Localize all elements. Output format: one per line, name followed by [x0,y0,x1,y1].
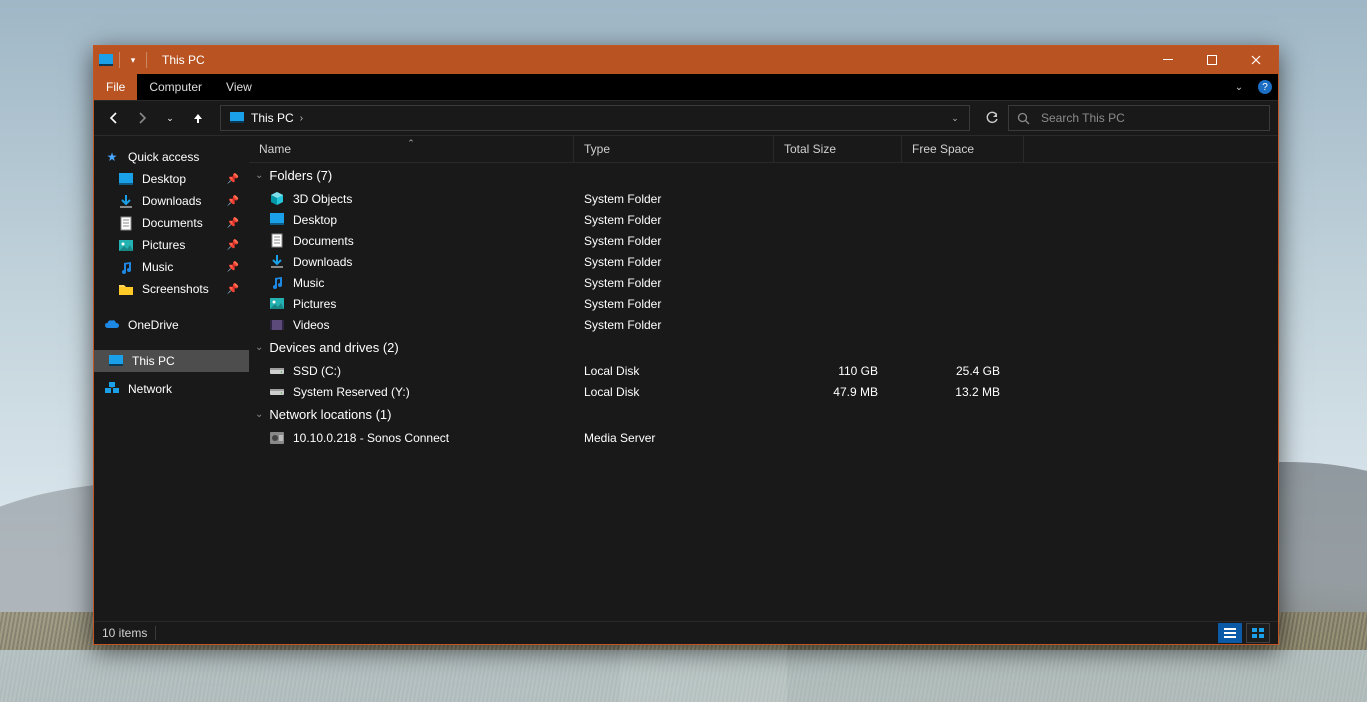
sidebar-item[interactable]: Documents📌 [94,212,249,234]
folder-icon [118,281,134,297]
network-icon [104,381,120,397]
folder-icon [118,237,134,253]
folder-icon [118,193,134,209]
address-bar[interactable]: This PC › ⌄ [220,105,970,131]
list-item[interactable]: VideosSystem Folder [249,314,1278,335]
list-item[interactable]: PicturesSystem Folder [249,293,1278,314]
app-icon [98,52,114,68]
folder-icon [118,259,134,275]
sidebar-onedrive[interactable]: OneDrive [94,314,249,336]
search-input[interactable] [1039,110,1263,126]
ribbon-tabs: File Computer View ⌄ ? [94,74,1278,100]
sidebar-this-pc[interactable]: This PC [94,350,249,372]
group-header[interactable]: ⌄Network locations (1) [249,402,1278,427]
column-type[interactable]: Type [574,136,774,162]
pin-icon: 📌 [227,196,239,207]
sort-asc-icon: ⌃ [407,138,415,149]
chevron-down-icon: ⌄ [255,342,263,353]
navigation-bar: ⌄ This PC › ⌄ [94,100,1278,136]
item-icon [269,317,285,333]
column-headers: Name ⌃ Type Total Size Free Space [249,136,1278,163]
back-button[interactable] [102,106,126,130]
item-icon [269,191,285,207]
help-button[interactable]: ? [1252,74,1278,100]
titlebar[interactable]: ▾ This PC [94,46,1278,74]
pin-icon: 📌 [227,218,239,229]
pin-icon: 📌 [227,262,239,273]
ribbon-collapse-icon[interactable]: ⌄ [1226,74,1252,100]
tab-view[interactable]: View [214,74,264,100]
list-item[interactable]: DownloadsSystem Folder [249,251,1278,272]
list-item[interactable]: DesktopSystem Folder [249,209,1278,230]
sidebar-quick-access[interactable]: ★ Quick access [94,146,249,168]
maximize-button[interactable] [1190,46,1234,74]
chevron-down-icon: ⌄ [255,409,263,420]
tab-file[interactable]: File [94,74,137,100]
item-icon [269,275,285,291]
this-pc-icon [229,110,245,126]
sidebar-item[interactable]: Screenshots📌 [94,278,249,300]
group-header[interactable]: ⌄Folders (7) [249,163,1278,188]
status-item-count: 10 items [102,626,147,640]
list-item[interactable]: System Reserved (Y:)Local Disk47.9 MB13.… [249,381,1278,402]
list-item[interactable]: DocumentsSystem Folder [249,230,1278,251]
breadcrumb-item[interactable]: This PC [251,111,294,125]
window-title: This PC [162,53,205,67]
column-name[interactable]: Name ⌃ [249,136,574,162]
list-item[interactable]: SSD (C:)Local Disk110 GB25.4 GB [249,360,1278,381]
qat-dropdown-icon[interactable]: ▾ [125,52,141,68]
cloud-icon [104,317,120,333]
group-header[interactable]: ⌄Devices and drives (2) [249,335,1278,360]
address-history-icon[interactable]: ⌄ [945,113,965,124]
tab-computer[interactable]: Computer [137,74,214,100]
item-icon [269,430,285,446]
pin-icon: 📌 [227,174,239,185]
sidebar-item[interactable]: Pictures📌 [94,234,249,256]
item-icon [269,212,285,228]
list-item[interactable]: 10.10.0.218 - Sonos ConnectMedia Server [249,427,1278,448]
chevron-down-icon: ⌄ [255,170,263,181]
folder-icon [118,171,134,187]
list-item[interactable]: 3D ObjectsSystem Folder [249,188,1278,209]
sidebar-item[interactable]: Music📌 [94,256,249,278]
monitor-icon [108,353,124,369]
file-explorer-window: ▾ This PC File Computer View ⌄ ? ⌄ [93,45,1279,645]
view-large-icons-button[interactable] [1246,623,1270,643]
item-icon [269,254,285,270]
item-icon [269,233,285,249]
navigation-pane: ★ Quick access Desktop📌Downloads📌Documen… [94,136,249,621]
help-icon: ? [1258,80,1272,94]
item-icon [269,384,285,400]
item-icon [269,363,285,379]
column-free-space[interactable]: Free Space [902,136,1024,162]
breadcrumb-chevron-icon[interactable]: › [300,113,303,124]
status-bar: 10 items [94,621,1278,644]
item-icon [269,296,285,312]
folder-icon [118,215,134,231]
list-item[interactable]: MusicSystem Folder [249,272,1278,293]
pin-icon: 📌 [227,284,239,295]
sidebar-network[interactable]: Network [94,378,249,400]
minimize-button[interactable] [1146,46,1190,74]
forward-button[interactable] [130,106,154,130]
search-box[interactable] [1008,105,1270,131]
up-button[interactable] [186,106,210,130]
close-button[interactable] [1234,46,1278,74]
content-pane: Name ⌃ Type Total Size Free Space ⌄Folde… [249,136,1278,621]
sidebar-item[interactable]: Downloads📌 [94,190,249,212]
column-total-size[interactable]: Total Size [774,136,902,162]
refresh-button[interactable] [980,106,1004,130]
sidebar-item[interactable]: Desktop📌 [94,168,249,190]
star-icon: ★ [104,149,120,165]
view-details-button[interactable] [1218,623,1242,643]
search-icon [1015,110,1031,126]
pin-icon: 📌 [227,240,239,251]
recent-locations-button[interactable]: ⌄ [158,106,182,130]
